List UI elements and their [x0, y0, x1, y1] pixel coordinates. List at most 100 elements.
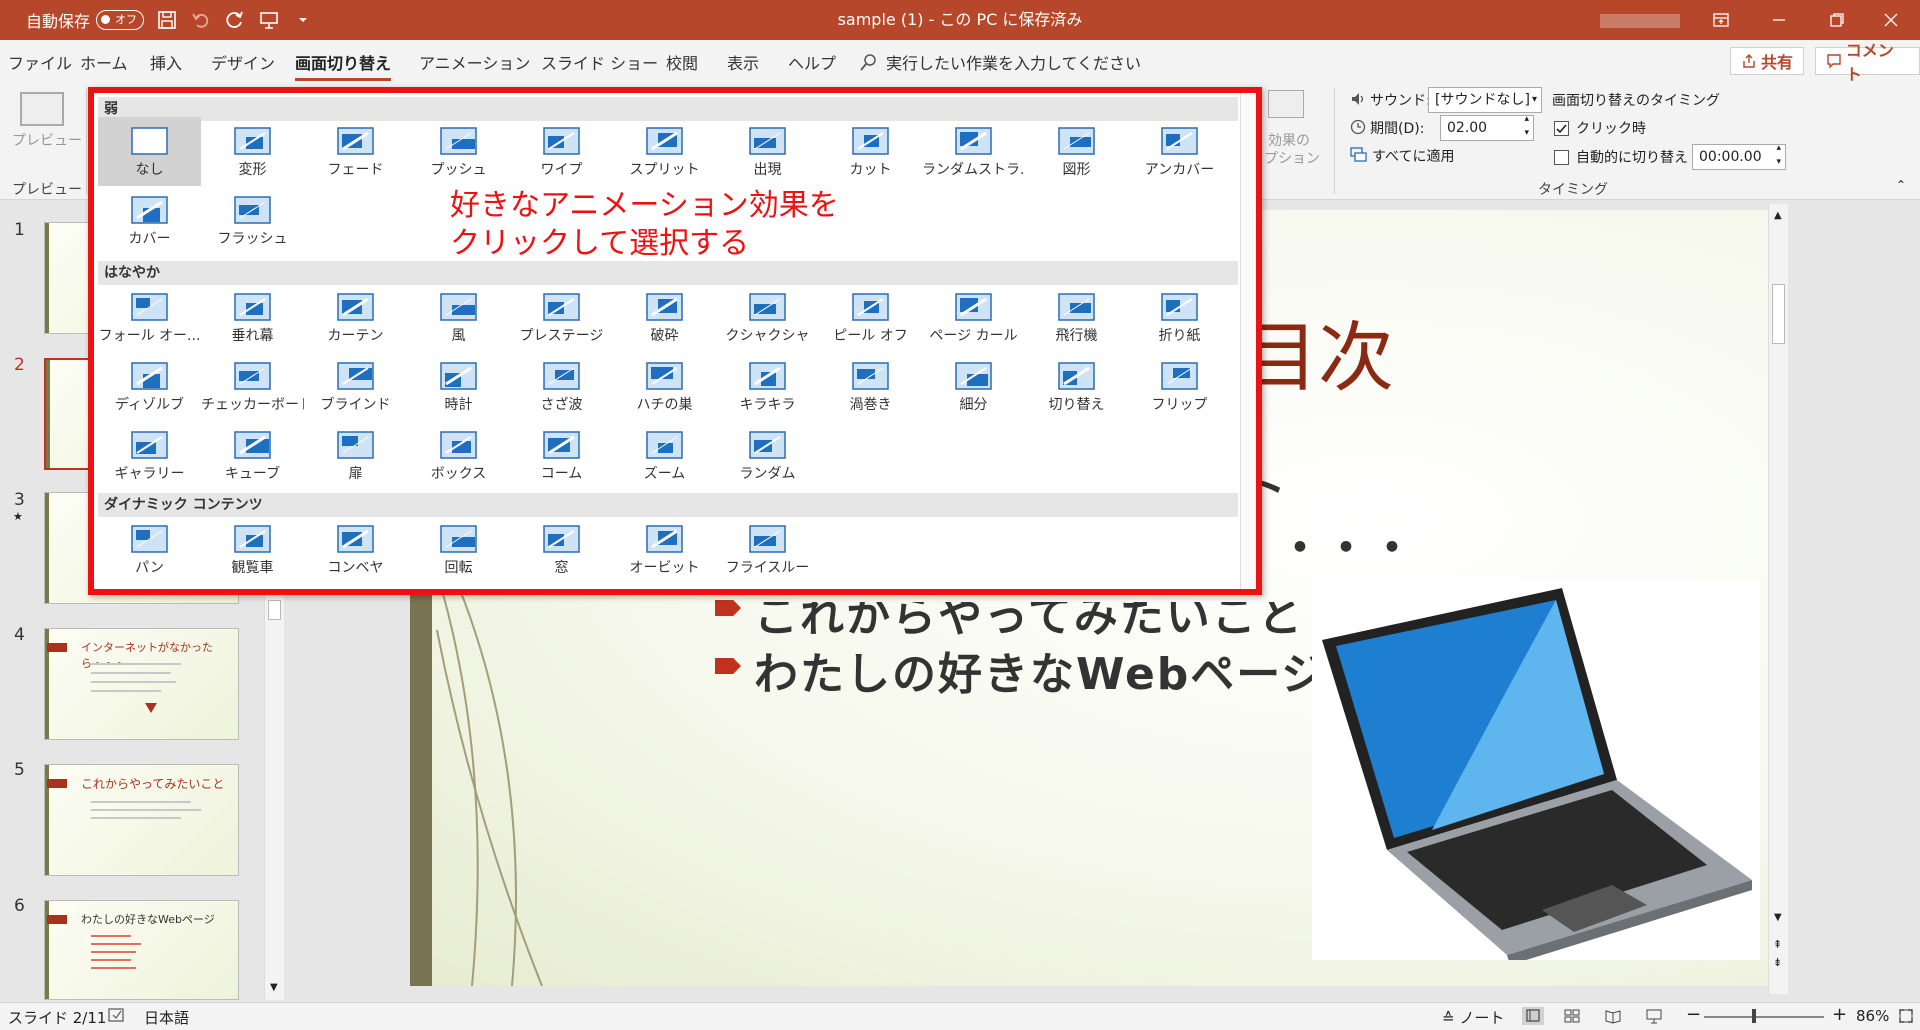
slide-scrollbar[interactable]: ▲ ▼ ⇞ ⇟: [1768, 204, 1788, 994]
transition-option[interactable]: プッシュ: [407, 117, 510, 186]
fit-to-window-icon[interactable]: [1898, 1008, 1914, 1024]
transition-option[interactable]: さざ波: [510, 352, 613, 421]
preview-button-label[interactable]: プレビュー: [12, 130, 82, 150]
transition-option[interactable]: 回転: [407, 515, 510, 584]
zoom-in-icon[interactable]: +: [1832, 1004, 1847, 1025]
tab-home[interactable]: ホーム: [80, 50, 128, 74]
transition-option[interactable]: スプリット: [613, 117, 716, 186]
transition-option[interactable]: ディゾルブ: [98, 352, 201, 421]
tab-review[interactable]: 校閲: [666, 50, 698, 74]
transition-option[interactable]: 観覧車: [201, 515, 304, 584]
transition-option[interactable]: フェード: [304, 117, 407, 186]
spinner-arrows-icon[interactable]: ▴ ▾: [1524, 112, 1529, 140]
transition-option[interactable]: ページ カール: [922, 283, 1025, 352]
next-slide-icon[interactable]: ⇟: [1773, 956, 1782, 969]
transition-option[interactable]: 渦巻き: [819, 352, 922, 421]
slide-thumb-4[interactable]: インターネットがなかったら・・・: [44, 628, 239, 740]
transition-option[interactable]: クシャクシャ: [716, 283, 819, 352]
slide-thumb-6[interactable]: わたしの好きなWebページ: [44, 900, 239, 1000]
transition-option[interactable]: コーム: [510, 421, 613, 490]
slideshow-view-icon[interactable]: [1645, 1008, 1663, 1024]
sound-dropdown[interactable]: [サウンドなし] ▾: [1428, 87, 1542, 113]
slide-thumb-5[interactable]: これからやってみたいこと: [44, 764, 239, 876]
close-icon[interactable]: [1862, 0, 1920, 40]
transition-option[interactable]: オービット: [613, 515, 716, 584]
gallery-scrollbar[interactable]: [1240, 93, 1256, 589]
transition-option[interactable]: 図形: [1025, 117, 1128, 186]
tab-transitions[interactable]: 画面切り替え: [295, 50, 392, 81]
account-name[interactable]: [1600, 14, 1680, 28]
transition-option[interactable]: アンカバー: [1128, 117, 1231, 186]
tell-me-box[interactable]: 実行したい作業を入力してください: [860, 50, 1141, 74]
transition-option[interactable]: 破砕: [613, 283, 716, 352]
scroll-up-icon[interactable]: ▲: [1774, 210, 1782, 221]
transition-option[interactable]: フラッシュ: [201, 186, 304, 255]
transition-option[interactable]: プレステージ: [510, 283, 613, 352]
transition-option[interactable]: 変形: [201, 117, 304, 186]
tab-file[interactable]: ファイル: [8, 50, 72, 74]
scroll-down-icon[interactable]: ▼: [1774, 912, 1782, 923]
scroll-down-icon[interactable]: ▼: [270, 982, 278, 993]
comment-button[interactable]: コメント: [1815, 41, 1920, 84]
transition-option[interactable]: 細分: [922, 352, 1025, 421]
tab-insert[interactable]: 挿入: [150, 50, 182, 74]
slide-sorter-icon[interactable]: [1563, 1008, 1581, 1024]
transition-option[interactable]: ボックス: [407, 421, 510, 490]
spinner-arrows-icon[interactable]: ▴ ▾: [1776, 141, 1781, 169]
share-button[interactable]: 共有: [1730, 47, 1805, 75]
transition-option[interactable]: 風: [407, 283, 510, 352]
tab-animations[interactable]: アニメーション: [419, 50, 530, 74]
transition-option[interactable]: カーテン: [304, 283, 407, 352]
effect-options-icon[interactable]: [1268, 90, 1304, 118]
transition-option[interactable]: 窓: [510, 515, 613, 584]
after-checkbox[interactable]: [1554, 150, 1569, 165]
transition-option[interactable]: ワイプ: [510, 117, 613, 186]
zoom-out-icon[interactable]: −: [1686, 1004, 1701, 1025]
transition-option[interactable]: 垂れ幕: [201, 283, 304, 352]
transition-option[interactable]: ランダムストラ...: [922, 117, 1025, 186]
collapse-ribbon-icon[interactable]: ⌃: [1896, 178, 1906, 192]
zoom-slider-thumb[interactable]: [1752, 1009, 1756, 1023]
minimize-icon[interactable]: [1750, 0, 1808, 40]
laptop-image[interactable]: [1312, 580, 1760, 960]
tab-slideshow[interactable]: スライド ショー: [541, 50, 658, 74]
zoom-level[interactable]: 86%: [1856, 1007, 1889, 1025]
transition-option[interactable]: 出現: [716, 117, 819, 186]
scroll-thumb[interactable]: [268, 600, 281, 620]
transition-option[interactable]: ズーム: [613, 421, 716, 490]
preview-icon[interactable]: [20, 92, 64, 126]
effect-options-label1[interactable]: 効果の: [1268, 130, 1310, 150]
language-indicator[interactable]: 日本語: [144, 1007, 189, 1028]
ribbon-display-icon[interactable]: [1692, 0, 1750, 40]
transition-option[interactable]: 飛行機: [1025, 283, 1128, 352]
transition-option[interactable]: コンベヤ: [304, 515, 407, 584]
transition-option[interactable]: パン: [98, 515, 201, 584]
spellcheck-icon[interactable]: [108, 1008, 126, 1024]
transition-option[interactable]: ランダム: [716, 421, 819, 490]
tab-design[interactable]: デザイン: [211, 50, 275, 74]
transition-option[interactable]: ピール オフ: [819, 283, 922, 352]
effect-options-label2[interactable]: プション: [1264, 148, 1320, 168]
transition-option[interactable]: ブラインド: [304, 352, 407, 421]
transition-option[interactable]: 時計: [407, 352, 510, 421]
transition-option[interactable]: キラキラ: [716, 352, 819, 421]
after-time-spinner[interactable]: 00:00.00 ▴ ▾: [1692, 141, 1786, 170]
transition-option[interactable]: フリップ: [1128, 352, 1231, 421]
on-click-checkbox[interactable]: [1554, 121, 1569, 136]
transition-option[interactable]: カバー: [98, 186, 201, 255]
restore-icon[interactable]: [1808, 0, 1866, 40]
apply-all-button[interactable]: すべてに適用: [1372, 146, 1454, 166]
transition-option[interactable]: キューブ: [201, 421, 304, 490]
normal-view-button[interactable]: [1522, 1007, 1544, 1025]
transition-option[interactable]: なし: [98, 117, 201, 186]
duration-spinner[interactable]: 02.00 ▴ ▾: [1440, 112, 1534, 141]
transition-option[interactable]: 折り紙: [1128, 283, 1231, 352]
tab-help[interactable]: ヘルプ: [788, 50, 836, 74]
scroll-thumb[interactable]: [1772, 284, 1785, 344]
previous-slide-icon[interactable]: ⇞: [1773, 938, 1782, 951]
transition-option[interactable]: 切り替え: [1025, 352, 1128, 421]
transition-option[interactable]: ギャラリー: [98, 421, 201, 490]
transition-option[interactable]: フライスルー: [716, 515, 819, 584]
tab-view[interactable]: 表示: [727, 50, 759, 74]
transition-option[interactable]: チェッカーボード: [201, 352, 304, 421]
